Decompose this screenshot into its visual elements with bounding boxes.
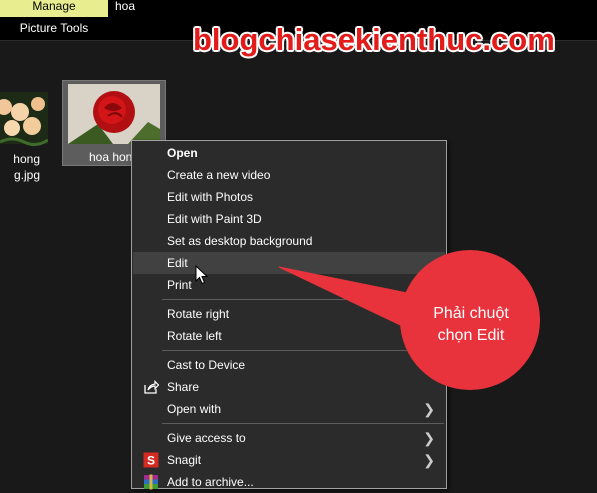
tab-manage[interactable]: Manage: [0, 0, 108, 17]
menu-item-label: Edit: [167, 256, 188, 270]
menu-item-label: Print: [167, 278, 192, 292]
menu-item-label: Add to archive...: [167, 475, 254, 489]
context-menu: Open Create a new video Edit with Photos…: [131, 140, 447, 490]
file-name-line1: hong: [13, 152, 40, 166]
file-name[interactable]: hong g.jpg: [0, 151, 40, 183]
menu-item-label: Edit with Paint 3D: [167, 212, 262, 226]
menu-item-label: Share: [167, 380, 200, 394]
submenu-arrow-icon: ❯: [423, 430, 435, 446]
menu-separator: [162, 423, 444, 424]
submenu-arrow-icon: ❯: [423, 401, 435, 417]
menu-item-open[interactable]: Open: [133, 142, 445, 164]
menu-item-share[interactable]: Share: [133, 376, 445, 398]
menu-item-print[interactable]: Print: [133, 274, 445, 296]
watermark-logo: blogchiasekienthuc.com: [193, 22, 555, 57]
menu-item-create-video[interactable]: Create a new video: [133, 164, 445, 186]
file-thumbnail[interactable]: [0, 52, 48, 148]
callout-line1: Phải chuột: [433, 305, 509, 322]
file-name-line2: g.jpg: [13, 168, 40, 182]
context-group-label: Picture Tools: [19, 21, 89, 35]
svg-text:S: S: [147, 454, 155, 468]
file-thumbnail-rose: [68, 84, 160, 144]
menu-item-label: Create a new video: [167, 168, 271, 182]
menu-item-edit[interactable]: Edit: [133, 252, 445, 274]
window-title: hoa: [115, 0, 136, 13]
callout-line2: chọn Edit: [437, 327, 505, 344]
snagit-icon: S: [143, 452, 159, 468]
menu-item-label: Rotate left: [167, 329, 222, 343]
menu-item-label: Open: [167, 146, 198, 160]
menu-item-label: Open with: [167, 402, 222, 416]
winrar-icon: [144, 474, 158, 490]
menu-item-label: Snagit: [167, 453, 202, 467]
menu-item-rotate-left[interactable]: Rotate left: [133, 325, 445, 347]
menu-item-label: Give access to: [167, 431, 246, 445]
callout-text: Phải chuột chọn Edit: [405, 303, 537, 347]
menu-item-add-to-archive[interactable]: Add to archive...: [133, 471, 445, 493]
menu-separator: [162, 299, 444, 300]
menu-item-label: Cast to Device: [167, 358, 246, 372]
menu-item-open-with[interactable]: Open with ❯: [133, 398, 445, 420]
share-icon: [144, 380, 159, 394]
menu-item-edit-with-photos[interactable]: Edit with Photos: [133, 186, 445, 208]
menu-separator: [162, 350, 444, 351]
menu-item-give-access[interactable]: Give access to ❯: [133, 427, 445, 449]
menu-item-set-desktop-background[interactable]: Set as desktop background: [133, 230, 445, 252]
menu-item-label: Edit with Photos: [167, 190, 254, 204]
mouse-cursor-icon: [195, 265, 209, 285]
menu-item-cast-to-device[interactable]: Cast to Device: [133, 354, 445, 376]
menu-item-snagit[interactable]: S Snagit ❯: [133, 449, 445, 471]
submenu-arrow-icon: ❯: [423, 452, 435, 468]
menu-item-edit-with-paint3d[interactable]: Edit with Paint 3D: [133, 208, 445, 230]
menu-item-label: Rotate right: [167, 307, 230, 321]
menu-item-label: Set as desktop background: [167, 234, 313, 248]
menu-item-rotate-right[interactable]: Rotate right: [133, 303, 445, 325]
